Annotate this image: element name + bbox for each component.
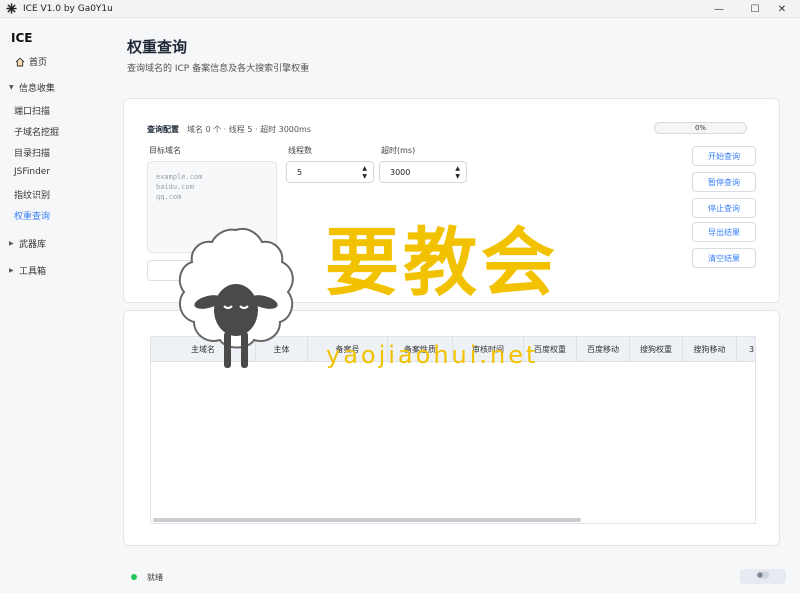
arrow-up-icon[interactable]: ▲ (455, 165, 460, 173)
sidebar-item-weight-query[interactable]: 权重查询 (14, 209, 50, 222)
sidebar-group-weapons[interactable]: ▶ 武器库 (9, 237, 46, 250)
start-query-button[interactable]: 开始查询 (692, 146, 756, 166)
app-logo-icon (5, 3, 17, 15)
minimize-button[interactable]: — (701, 0, 737, 18)
page-subtitle: 查询域名的 ICP 备案信息及各大搜索引擎权重 (127, 64, 310, 74)
status-indicator (131, 574, 137, 580)
sidebar-group-label: 信息收集 (19, 84, 56, 94)
window-title: ICE V1.0 by Ga0Y1u (23, 3, 113, 14)
sidebar-group-label: 工具箱 (19, 267, 47, 277)
sidebar-item-port-scan[interactable]: 端口扫描 (14, 104, 50, 117)
progress-bar: 0% (654, 122, 747, 134)
page-title: 权重查询 (127, 38, 188, 56)
status-text: 就绪 (147, 573, 163, 582)
timeout-value: 3000 (390, 167, 411, 177)
progress-text: 0% (694, 124, 707, 132)
arrow-down-icon[interactable]: ▼ (362, 173, 367, 181)
spin-arrows[interactable]: ▲ ▼ (362, 165, 367, 181)
sidebar-item-home[interactable]: 首页 (15, 55, 47, 68)
close-icon: ✕ (777, 3, 787, 15)
minimize-icon: — (714, 3, 724, 15)
sidebar-item-fingerprint[interactable]: 指纹识别 (14, 188, 50, 201)
close-button[interactable]: ✕ (764, 0, 800, 18)
sidebar-group-info[interactable]: ▼ 信息收集 (9, 81, 55, 94)
column-header[interactable]: 百度移动 (577, 337, 630, 362)
caret-right-icon: ▶ (9, 267, 14, 274)
timeout-label: 超时(ms) (381, 146, 416, 155)
threads-label: 线程数 (288, 146, 312, 155)
threads-spinbox[interactable]: 5 ▲ ▼ (286, 161, 374, 183)
sidebar-item-dir-scan[interactable]: 目录扫描 (14, 146, 50, 159)
caret-down-icon: ▼ (9, 84, 14, 91)
column-header[interactable]: 搜狗权重 (630, 337, 683, 362)
spin-arrows[interactable]: ▲ ▼ (455, 165, 460, 181)
sidebar: ICE 首页 ▼ 信息收集 端口扫描 子域名挖掘 目录扫描 JSFinder 指… (0, 18, 112, 593)
caret-right-icon: ▶ (9, 240, 14, 247)
sidebar-item-subdomain[interactable]: 子域名挖掘 (14, 125, 59, 138)
config-title: 查询配置 (147, 125, 179, 134)
config-summary: 域名 0 个 · 线程 5 · 超时 3000ms (187, 125, 311, 134)
sidebar-group-tools[interactable]: ▶ 工具箱 (9, 264, 46, 277)
horizontal-scrollbar[interactable] (153, 518, 581, 522)
sheep-watermark-icon (170, 222, 302, 372)
arrow-up-icon[interactable]: ▲ (362, 165, 367, 173)
title-bar: ICE V1.0 by Ga0Y1u (0, 0, 800, 18)
column-header[interactable]: 搜狗移动 (683, 337, 737, 362)
sidebar-brand: ICE (11, 31, 33, 45)
watermark-url: yaojiaohui.net (326, 341, 539, 369)
stop-query-button[interactable]: 停止查询 (692, 198, 756, 218)
timeout-spinbox[interactable]: 3000 ▲ ▼ (379, 161, 467, 183)
maximize-icon: ☐ (750, 3, 760, 15)
export-results-button[interactable]: 导出结果 (692, 222, 756, 242)
sidebar-group-label: 武器库 (19, 240, 47, 250)
threads-value: 5 (297, 167, 303, 177)
arrow-down-icon[interactable]: ▼ (455, 173, 460, 181)
clear-results-button[interactable]: 清空结果 (692, 248, 756, 268)
pause-query-button[interactable]: 暂停查询 (692, 172, 756, 192)
theme-toggle-button[interactable] (740, 569, 786, 584)
toggle-icon (756, 571, 770, 582)
domain-label: 目标域名 (149, 146, 181, 155)
sidebar-item-label: 首页 (29, 58, 48, 68)
column-header[interactable]: 3 (737, 337, 755, 362)
home-icon (15, 57, 25, 67)
watermark-text: 要教会 (325, 220, 559, 306)
sidebar-item-jsfinder[interactable]: JSFinder (14, 167, 50, 177)
